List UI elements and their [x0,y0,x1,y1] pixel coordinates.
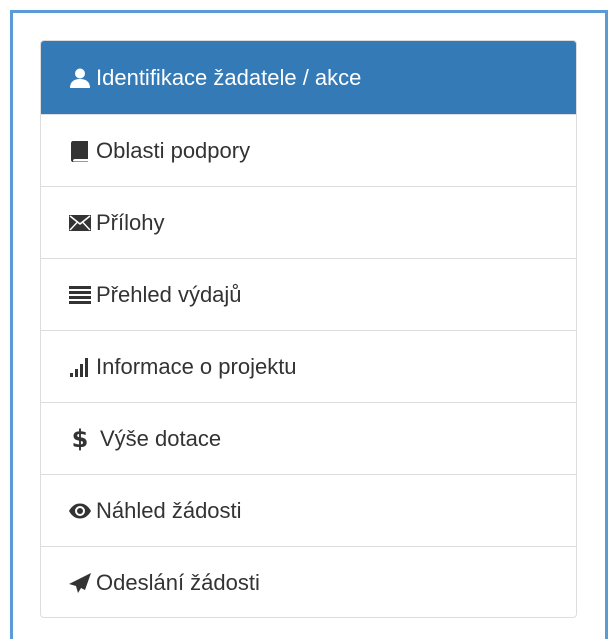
signal-icon [68,355,92,379]
menu-item-odeslani-zadosti[interactable]: Odeslání žádosti [41,546,576,617]
menu-item-informace-o-projektu[interactable]: Informace o projektu [41,330,576,402]
envelope-icon [68,211,92,235]
menu-item-prilohy[interactable]: Přílohy [41,186,576,258]
menu-item-label: Odeslání žádosti [96,569,260,595]
menu-item-label: Informace o projektu [96,353,297,379]
book-icon [68,139,92,163]
menu-item-prehled-vydaju[interactable]: Přehled výdajů [41,258,576,330]
menu-item-oblasti-podpory[interactable]: Oblasti podpory [41,114,576,186]
menu-item-identifikace[interactable]: Identifikace žadatele / akce [41,41,576,114]
menu-item-label: Přehled výdajů [96,281,242,307]
menu-item-label: Identifikace žadatele / akce [96,64,362,90]
menu-item-label: Náhled žádosti [96,497,242,523]
eye-icon [68,499,92,523]
menu-item-vyse-dotace[interactable]: $ Výše dotace [41,402,576,474]
menu-item-nahled-zadosti[interactable]: Náhled žádosti [41,474,576,546]
navigation-menu: Identifikace žadatele / akce Oblasti pod… [40,40,577,618]
menu-item-label: Přílohy [96,209,165,235]
send-icon [68,571,92,595]
user-icon [68,66,92,90]
dollar-icon: $ [71,424,89,453]
list-icon [68,283,92,307]
menu-item-label: Oblasti podpory [96,137,251,163]
menu-item-label: Výše dotace [100,425,222,451]
